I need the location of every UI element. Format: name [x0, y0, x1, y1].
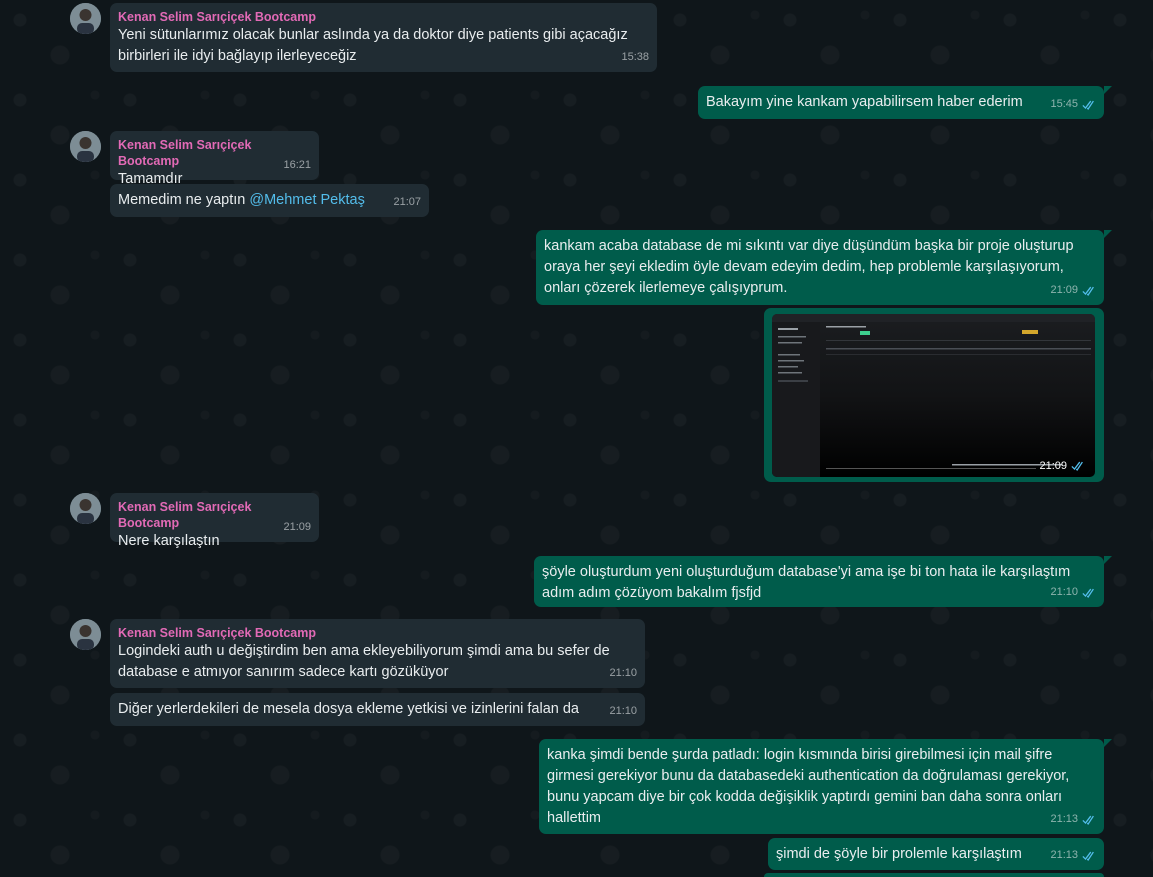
- message-bubble-outgoing-partial[interactable]: [764, 873, 1104, 877]
- message-time: 21:10: [609, 667, 637, 679]
- message-text-part: Memedim ne yaptın: [118, 192, 250, 208]
- bubble-tail: [1104, 739, 1112, 747]
- double-check-icon: [1082, 815, 1094, 825]
- message-bubble-outgoing[interactable]: şöyle oluşturdum yeni oluşturduğum datab…: [534, 556, 1104, 607]
- message-bubble-incoming[interactable]: Kenan Selim Sarıçiçek Bootcamp Logindeki…: [110, 619, 645, 688]
- message-bubble-outgoing[interactable]: kanka şimdi bende şurda patladı: login k…: [539, 739, 1104, 834]
- double-check-icon: [1082, 100, 1094, 110]
- avatar[interactable]: [70, 131, 101, 162]
- message-text: Yeni sütunlarımız olacak bunlar aslında …: [118, 27, 628, 64]
- avatar[interactable]: [70, 619, 101, 650]
- message-time: 15:45: [1050, 98, 1078, 110]
- bubble-tail: [1104, 556, 1112, 564]
- message-bubble-outgoing[interactable]: şimdi de şöyle bir prolemle karşılaştım …: [768, 838, 1104, 870]
- message-time: 21:13: [1050, 813, 1078, 825]
- double-check-icon: [1082, 851, 1094, 861]
- avatar[interactable]: [70, 493, 101, 524]
- message-text: Bakayım yine kankam yapabilirsem haber e…: [706, 94, 1023, 110]
- message-time: 21:10: [1050, 586, 1078, 598]
- message-time: 16:21: [283, 159, 311, 171]
- message-time: 21:13: [1050, 849, 1078, 861]
- mention-link[interactable]: @Mehmet Pektaş: [249, 192, 364, 208]
- message-text: kanka şimdi bende şurda patladı: login k…: [547, 747, 1070, 826]
- message-text: Logindeki auth u değiştirdim ben ama ekl…: [118, 643, 610, 680]
- message-sender[interactable]: Kenan Selim Sarıçiçek Bootcamp: [118, 9, 649, 25]
- double-check-icon: [1082, 588, 1094, 598]
- message-sender[interactable]: Kenan Selim Sarıçiçek Bootcamp: [118, 499, 311, 531]
- message-text: Nere karşılaştın: [118, 533, 220, 549]
- message-time: 21:09: [1050, 284, 1078, 296]
- message-bubble-incoming[interactable]: Kenan Selim Sarıçiçek Bootcamp Yeni sütu…: [110, 3, 657, 72]
- message-time: 21:07: [393, 196, 421, 208]
- double-check-icon: [1071, 461, 1083, 471]
- message-bubble-incoming[interactable]: Kenan Selim Sarıçiçek Bootcamp Tamamdır …: [110, 131, 319, 187]
- message-sender[interactable]: Kenan Selim Sarıçiçek Bootcamp: [118, 137, 311, 169]
- message-text: şimdi de şöyle bir prolemle karşılaştım: [776, 846, 1022, 862]
- message-text: Diğer yerlerdekileri de mesela dosya ekl…: [118, 701, 579, 717]
- message-time: 15:38: [621, 51, 649, 63]
- message-text: kankam acaba database de mi sıkıntı var …: [544, 238, 1074, 296]
- message-time: 21:10: [609, 705, 637, 717]
- message-bubble-outgoing[interactable]: kankam acaba database de mi sıkıntı var …: [536, 230, 1104, 305]
- message-text: Memedim ne yaptın @Mehmet Pektaş: [118, 190, 421, 211]
- message-bubble-incoming[interactable]: Memedim ne yaptın @Mehmet Pektaş 21:07: [110, 184, 429, 217]
- message-sender[interactable]: Kenan Selim Sarıçiçek Bootcamp: [118, 625, 637, 641]
- message-time: 21:09: [1039, 460, 1067, 472]
- double-check-icon: [1082, 286, 1094, 296]
- bubble-tail: [1104, 86, 1112, 94]
- message-bubble-incoming[interactable]: Diğer yerlerdekileri de mesela dosya ekl…: [110, 693, 645, 726]
- message-bubble-incoming[interactable]: Kenan Selim Sarıçiçek Bootcamp Nere karş…: [110, 493, 319, 549]
- bubble-tail: [1104, 230, 1112, 238]
- screenshot-image[interactable]: 21:09: [772, 314, 1095, 477]
- message-time: 21:09: [283, 521, 311, 533]
- avatar[interactable]: [70, 3, 101, 34]
- message-text: şöyle oluşturdum yeni oluşturduğum datab…: [542, 564, 1071, 601]
- message-bubble-outgoing[interactable]: Bakayım yine kankam yapabilirsem haber e…: [698, 86, 1104, 119]
